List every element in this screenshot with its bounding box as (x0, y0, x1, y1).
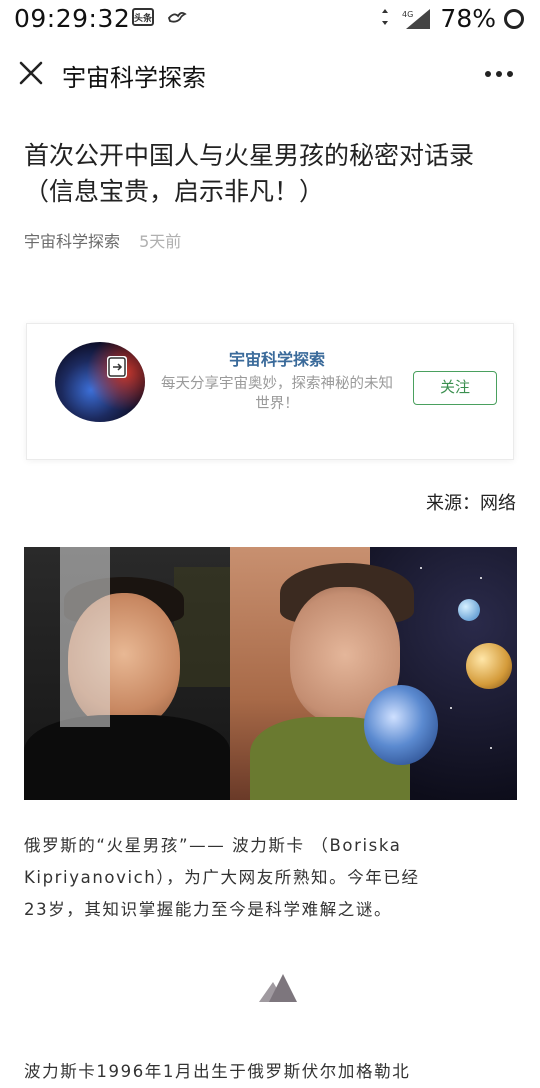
paragraph-2: 波力斯卡1996年1月出生于俄罗斯伏尔加格勒北 (24, 1056, 516, 1088)
article-title: 首次公开中国人与火星男孩的秘密对话录 （信息宝贵，启示非凡！） (24, 138, 514, 210)
battery-percent: 78% (440, 4, 496, 33)
article-time: 5天前 (139, 232, 182, 251)
close-icon[interactable] (16, 58, 46, 88)
photo-boy-space (230, 547, 517, 800)
paragraph-2-line1: 波力斯卡1996年1月出生于俄罗斯伏尔加格勒北 (24, 1062, 411, 1081)
article-title-line1: 首次公开中国人与火星男孩的秘密对话录 (24, 141, 475, 170)
more-icon[interactable] (484, 56, 514, 84)
article-image[interactable] (24, 547, 517, 800)
account-description: 每天分享宇宙奥妙，探索神秘的未知世界！ (161, 376, 393, 412)
follow-button[interactable]: 关注 (413, 371, 497, 405)
avatar[interactable] (55, 342, 145, 422)
bird-icon (166, 6, 188, 33)
paragraph-1-line1: 俄罗斯的“火星男孩”—— 波力斯卡 （Boriska (24, 836, 402, 855)
network-label: 4G (402, 10, 413, 19)
exit-icon (107, 356, 127, 378)
battery-icon (504, 8, 524, 29)
wifi-icon (376, 7, 394, 31)
page-title: 宇宙科学探索 (62, 64, 206, 92)
paragraph-1-line2: Kipriyanovich），为广大网友所熟知。今年已经 (24, 868, 420, 887)
article-title-line2: （信息宝贵，启示非凡！） (24, 177, 325, 206)
paragraph-1: 俄罗斯的“火星男孩”—— 波力斯卡 （Boriska Kipriyanovich… (24, 830, 516, 926)
photo-man (24, 547, 230, 800)
status-bar: 09:29:32 头条 4G 78% (0, 0, 540, 38)
mountain-divider-icon (255, 970, 299, 1004)
account-name[interactable]: 宇宙科学探索 (157, 346, 397, 370)
article-source: 来源：网络 (426, 493, 516, 514)
news-icon: 头条 (132, 8, 154, 26)
signal-icon: 4G (400, 7, 434, 31)
paragraph-1-line3: 23岁，其知识掌握能力至今是科学难解之谜。 (24, 900, 393, 919)
account-card[interactable]: 宇宙科学探索 每天分享宇宙奥妙，探索神秘的未知世界！ 关注 (26, 323, 514, 460)
article-meta: 宇宙科学探索 5天前 (24, 228, 181, 252)
article-author[interactable]: 宇宙科学探索 (24, 232, 120, 251)
title-bar: 宇宙科学探索 (0, 46, 540, 102)
status-time: 09:29:32 (14, 4, 131, 33)
